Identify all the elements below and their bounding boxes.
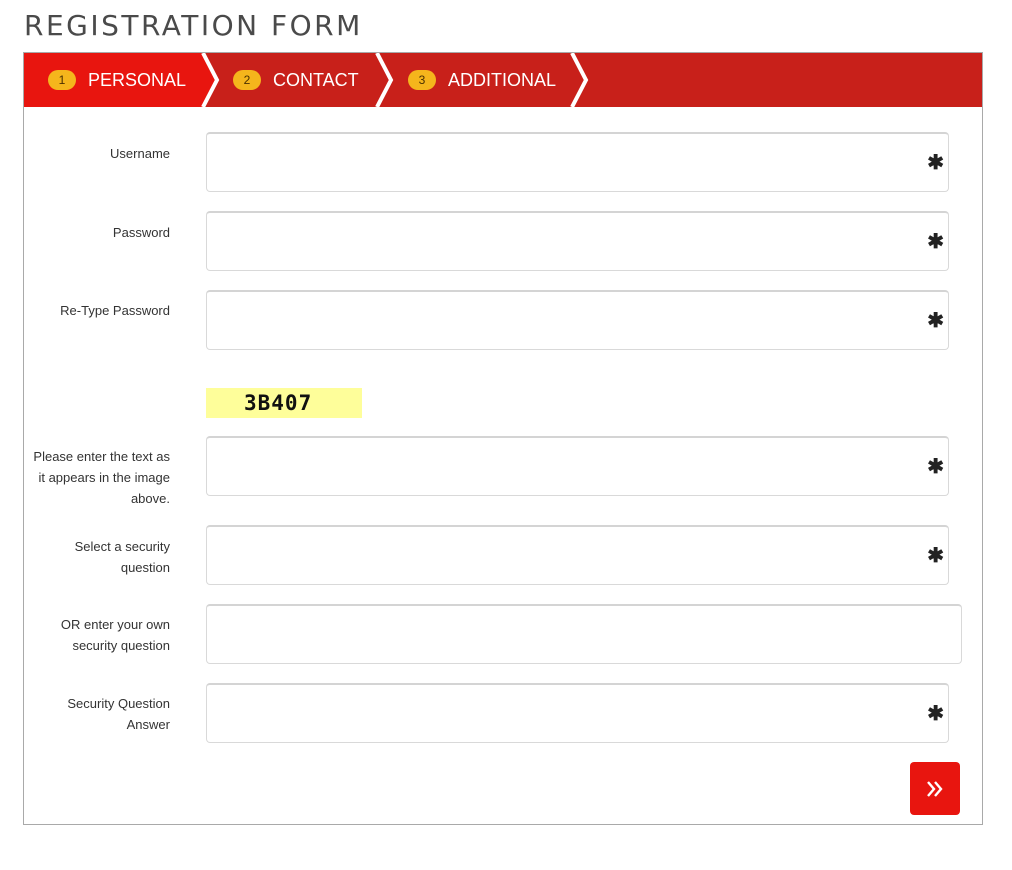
step-contact[interactable]: 2 CONTACT bbox=[233, 53, 359, 107]
page-title: REGISTRATION FORM bbox=[24, 9, 363, 42]
security-question-select[interactable]: ✱ bbox=[206, 525, 949, 585]
required-asterisk-icon: ✱ bbox=[927, 702, 944, 725]
step-separator-icon bbox=[375, 53, 394, 107]
security-answer-input[interactable]: ✱ bbox=[206, 683, 949, 743]
username-label: Username bbox=[110, 146, 170, 161]
step-personal[interactable]: 1 PERSONAL bbox=[48, 53, 186, 107]
required-asterisk-icon: ✱ bbox=[927, 230, 944, 253]
captcha-label: Please enter the text as it appears in t… bbox=[33, 449, 170, 506]
step-number-badge: 2 bbox=[233, 70, 261, 90]
double-chevron-right-icon bbox=[927, 780, 943, 797]
retype-password-input[interactable]: ✱ bbox=[206, 290, 949, 350]
required-asterisk-icon: ✱ bbox=[927, 544, 944, 567]
security-answer-label: Security Question Answer bbox=[67, 696, 170, 732]
step-separator-icon bbox=[570, 53, 589, 107]
password-label: Password bbox=[112, 225, 170, 240]
security-question-label: Select a security question bbox=[74, 539, 170, 575]
step-separator-icon bbox=[199, 53, 220, 107]
captcha-image: 3B407 bbox=[206, 388, 362, 418]
registration-form: 1 PERSONAL 2 CONTACT 3 ADDITIONAL Userna… bbox=[23, 52, 983, 825]
own-question-label: OR enter your own security question bbox=[60, 617, 170, 653]
step-label: PERSONAL bbox=[88, 69, 187, 90]
retype-password-label: Re-Type Password bbox=[60, 303, 170, 318]
required-asterisk-icon: ✱ bbox=[927, 455, 944, 478]
step-label: CONTACT bbox=[273, 69, 359, 90]
password-input[interactable]: ✱ bbox=[206, 211, 949, 271]
step-number-badge: 3 bbox=[408, 70, 436, 90]
step-bar: 1 PERSONAL 2 CONTACT 3 ADDITIONAL bbox=[24, 53, 982, 107]
next-button[interactable] bbox=[910, 762, 960, 815]
required-asterisk-icon: ✱ bbox=[927, 309, 944, 332]
step-additional[interactable]: 3 ADDITIONAL bbox=[408, 53, 556, 107]
step-label: ADDITIONAL bbox=[448, 69, 557, 90]
own-question-input[interactable] bbox=[206, 604, 962, 664]
username-input[interactable]: ✱ bbox=[206, 132, 949, 192]
step-number-badge: 1 bbox=[48, 70, 76, 90]
captcha-input[interactable]: ✱ bbox=[206, 436, 949, 496]
required-asterisk-icon: ✱ bbox=[927, 151, 944, 174]
